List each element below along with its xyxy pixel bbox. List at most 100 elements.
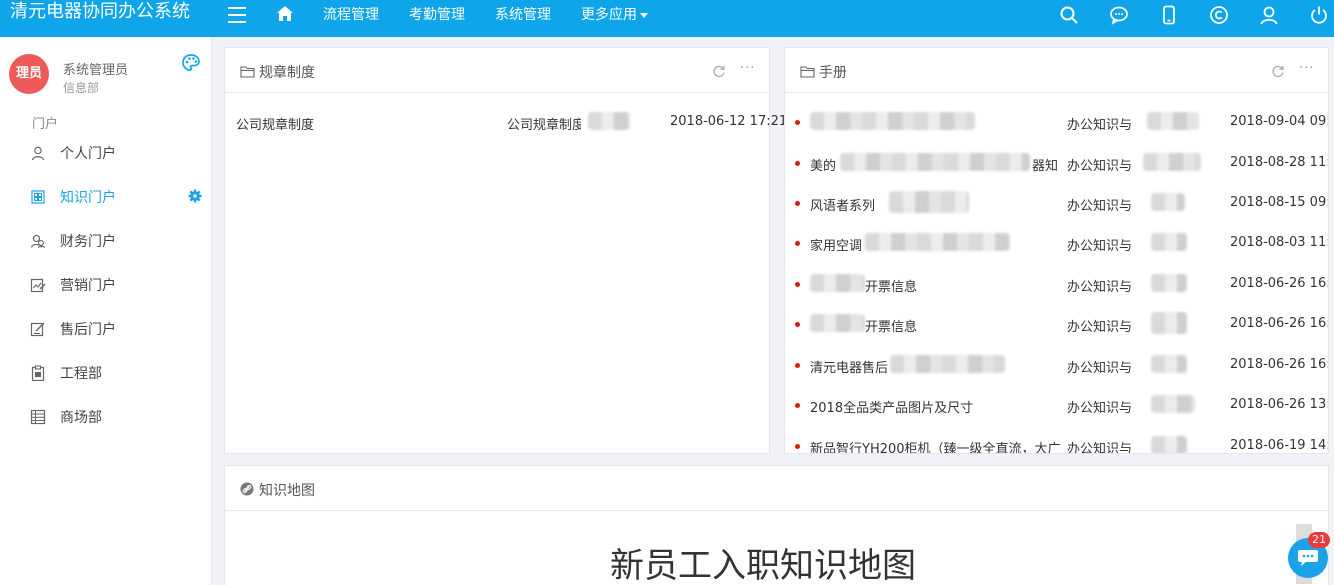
redacted-text — [890, 355, 1005, 373]
sidebar-item-mall[interactable]: 商场部 — [0, 399, 211, 435]
top-bar: 清元电器协同办公系统 流程管理 考勤管理 系统管理 更多应用 — [0, 0, 1334, 37]
bullet-dot — [795, 363, 800, 368]
item-title[interactable]: 清元电器售后 — [810, 357, 888, 376]
redacted-text — [865, 233, 1010, 251]
list-item[interactable]: 公司规章制度 公司规章制度 2018-06-12 17:21 — [225, 101, 787, 141]
sidebar-item-personal[interactable]: 个人门户 — [0, 135, 211, 171]
item-category: 办公知识与 — [1067, 159, 1133, 174]
item-category: 办公知识与 — [1067, 239, 1133, 254]
users-icon — [30, 234, 46, 249]
list-item[interactable]: 风语者系列 办公知识与 2018-08-15 09:57 — [785, 182, 1328, 222]
panel-title: 手册 — [819, 65, 847, 81]
refresh-icon[interactable] — [712, 64, 726, 78]
chat-bubble-icon — [1298, 550, 1318, 566]
item-date: 2018-09-04 09:53 — [1230, 114, 1328, 129]
more-icon[interactable]: ··· — [1299, 62, 1314, 76]
sidebar-item-aftersales[interactable]: 售后门户 — [0, 311, 211, 347]
item-category: 办公知识与 — [1067, 361, 1133, 376]
sidebar-item-label: 知识门户 — [60, 190, 116, 206]
list-item[interactable]: 办公知识与 2018-09-04 09:53 — [785, 101, 1328, 141]
bullet-dot — [795, 201, 800, 206]
list-item[interactable]: 清元电器售后 办公知识与 2018-06-26 16:32 — [785, 344, 1328, 384]
more-icon[interactable]: ··· — [740, 62, 755, 76]
redacted-text — [889, 191, 969, 213]
redacted-text — [1151, 233, 1187, 251]
sidebar-item-knowledge[interactable]: 知识门户 — [0, 179, 211, 215]
rules-panel: 规章制度 ··· 公司规章制度 公司规章制度 2018-06-12 17:21 — [224, 47, 787, 454]
app-title: 清元电器协同办公系统 — [10, 1, 190, 22]
item-title[interactable]: 风语者系列 — [810, 195, 875, 214]
manual-panel: 手册 ··· 办公知识与 2018-09-04 09:53 美的 器知 办公知识… — [784, 47, 1329, 454]
redacted-text — [1151, 355, 1187, 373]
sidebar-item-marketing[interactable]: 营销门户 — [0, 267, 211, 303]
item-title[interactable]: 公司规章制度 — [236, 114, 314, 133]
sidebar-item-label: 财务门户 — [60, 234, 116, 250]
item-date: 2018-08-28 11:21 — [1230, 155, 1328, 170]
item-title[interactable]: 开票信息 — [865, 276, 917, 295]
nav-system[interactable]: 系统管理 — [495, 0, 551, 30]
item-title[interactable]: 家用空调 — [810, 235, 862, 254]
gear-icon[interactable] — [188, 189, 202, 203]
user-name: 系统管理员 — [63, 63, 129, 78]
item-date: 2018-06-26 16:54 — [1230, 276, 1328, 291]
redacted-text — [1151, 395, 1195, 413]
user-profile-icon[interactable] — [1259, 5, 1279, 25]
list-item[interactable]: 开票信息 办公知识与 2018-06-26 16:54 — [785, 263, 1328, 303]
panel-header: 规章制度 ··· — [225, 48, 769, 93]
message-icon[interactable] — [1109, 5, 1129, 25]
redacted-text — [1151, 193, 1185, 211]
item-date: 2018-06-12 17:21 — [670, 114, 788, 129]
sidebar-item-label: 工程部 — [60, 366, 102, 382]
redacted-text — [1147, 112, 1199, 130]
chart-edit-icon — [30, 278, 46, 293]
search-icon[interactable] — [1059, 5, 1079, 25]
panel-header: 手册 ··· — [785, 48, 1328, 93]
grid-icon — [31, 190, 45, 204]
item-title[interactable]: 2018全品类产品图片及尺寸 — [810, 397, 973, 416]
edit-icon — [30, 322, 45, 337]
home-icon[interactable] — [276, 5, 294, 23]
item-date: 2018-06-26 13:53 — [1230, 397, 1328, 412]
mobile-icon[interactable] — [1159, 5, 1179, 25]
redacted-text — [588, 112, 630, 130]
item-date: 2018-08-03 11:50 — [1230, 235, 1328, 250]
item-date: 2018-08-15 09:57 — [1230, 195, 1328, 210]
item-category: 办公知识与 — [1067, 320, 1133, 335]
list-item[interactable]: 2018全品类产品图片及尺寸 办公知识与 2018-06-26 13:53 — [785, 384, 1328, 424]
item-title[interactable]: 开票信息 — [865, 316, 917, 335]
sidebar-item-label: 售后门户 — [60, 322, 116, 338]
sidebar-item-engineering[interactable]: 工程部 — [0, 355, 211, 391]
folder-icon — [240, 66, 255, 78]
bullet-dot — [795, 444, 800, 449]
user-icon — [31, 146, 45, 161]
list-item[interactable]: 家用空调 办公知识与 2018-08-03 11:50 — [785, 222, 1328, 262]
copyright-icon[interactable] — [1209, 5, 1229, 25]
redacted-text — [1143, 153, 1201, 171]
item-title[interactable]: 美的 — [810, 155, 836, 174]
knowledge-map-heading: 新员工入职知识地图 — [610, 546, 916, 585]
list-item[interactable]: 新品智行YH200柜机（臻一级全直流，大广 办公知识与 2018-06-19 1… — [785, 425, 1328, 453]
palette-icon[interactable] — [181, 53, 201, 73]
power-icon[interactable] — [1309, 5, 1329, 25]
list-item[interactable]: 开票信息 办公知识与 2018-06-26 16:36 — [785, 303, 1328, 343]
nav-more-apps[interactable]: 更多应用 — [581, 0, 648, 30]
hamburger-menu-icon[interactable] — [228, 7, 246, 23]
bullet-dot — [795, 120, 800, 125]
redacted-text — [810, 112, 975, 130]
refresh-icon[interactable] — [1271, 64, 1285, 78]
redacted-text — [1151, 312, 1187, 334]
notification-badge: 21 — [1308, 532, 1330, 548]
item-title[interactable]: 新品智行YH200柜机（臻一级全直流，大广 — [810, 438, 1065, 453]
sidebar-item-label: 商场部 — [60, 410, 102, 426]
item-category: 办公知识与 — [1067, 118, 1133, 133]
bullet-dot — [795, 161, 800, 166]
folder-icon — [800, 66, 815, 78]
nav-attendance[interactable]: 考勤管理 — [409, 0, 465, 30]
sidebar-item-finance[interactable]: 财务门户 — [0, 223, 211, 259]
sidebar-item-label: 个人门户 — [60, 146, 116, 162]
redacted-text — [810, 274, 865, 292]
avatar[interactable]: 理员 — [9, 54, 49, 94]
list-item[interactable]: 美的 器知 办公知识与 2018-08-28 11:21 — [785, 142, 1328, 182]
nav-process[interactable]: 流程管理 — [323, 0, 379, 30]
knowledge-map-panel: 知识地图 新员工入职知识地图 — [224, 465, 1329, 585]
